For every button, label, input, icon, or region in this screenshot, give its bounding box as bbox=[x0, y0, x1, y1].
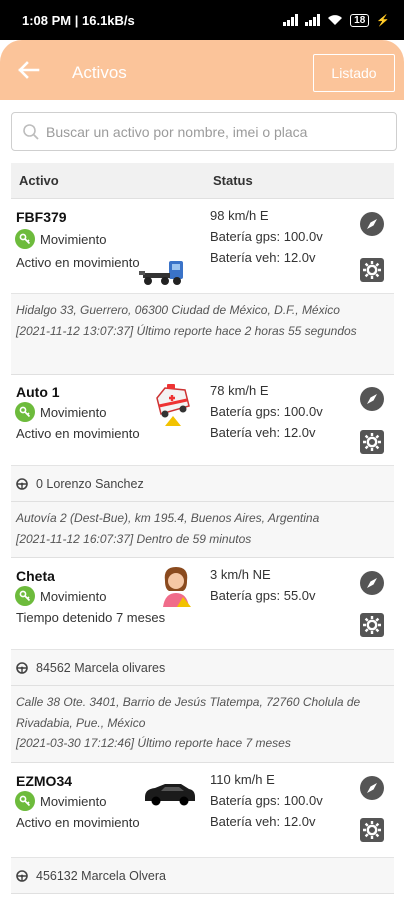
ambulance-icon bbox=[156, 384, 190, 426]
column-activo: Activo bbox=[19, 173, 59, 188]
vehicle-battery: Batería veh: 12.0v bbox=[210, 250, 316, 265]
asset-row[interactable]: FBF379 Movimiento Activo en movimiento 9… bbox=[11, 199, 394, 294]
column-header: Activo Status bbox=[11, 163, 394, 199]
signal-2-icon bbox=[305, 14, 321, 26]
asset-row[interactable]: Auto 1 Movimiento Activo en movimiento 7… bbox=[11, 375, 394, 466]
gps-battery: Batería gps: 100.0v bbox=[210, 404, 323, 419]
listado-button[interactable]: Listado bbox=[313, 54, 395, 92]
asset-status: 110 km/h E Batería gps: 100.0v Batería v… bbox=[210, 769, 323, 832]
key-icon bbox=[15, 229, 35, 249]
search-bar[interactable] bbox=[11, 112, 397, 151]
status-icons: 18 ⚡ bbox=[283, 13, 390, 27]
charging-icon: ⚡ bbox=[376, 14, 390, 27]
asset-name: Auto 1 bbox=[16, 384, 60, 400]
page-title: Activos bbox=[72, 63, 127, 82]
driver-row: 84562 Marcela olivares bbox=[11, 650, 394, 686]
search-icon bbox=[23, 123, 39, 140]
search-input[interactable] bbox=[46, 123, 386, 140]
asset-state: Movimiento bbox=[15, 791, 106, 811]
driver-row: 456132 Marcela Olvera bbox=[11, 858, 394, 894]
key-icon bbox=[15, 586, 35, 606]
asset-state: Movimiento bbox=[15, 586, 106, 606]
key-icon bbox=[15, 791, 35, 811]
asset-row[interactable]: Cheta Movimiento Tiempo detenido 7 meses… bbox=[11, 558, 394, 650]
wifi-icon bbox=[328, 15, 343, 25]
key-icon bbox=[15, 402, 35, 422]
person-icon bbox=[163, 567, 191, 607]
status-time: 1:08 PM | 16.1kB/s bbox=[22, 12, 135, 28]
speed: 98 km/h E bbox=[210, 208, 269, 223]
compass-icon[interactable] bbox=[360, 571, 384, 595]
asset-state: Movimiento bbox=[15, 402, 106, 422]
asset-description: Activo en movimiento bbox=[16, 255, 140, 270]
asset-state-label: Movimiento bbox=[40, 404, 107, 420]
asset-row[interactable]: EZMO34 Movimiento Activo en movimiento 1… bbox=[11, 763, 394, 858]
truck-icon bbox=[139, 261, 183, 285]
address-block: Calle 38 Ote. 3401, Barrio de Jesús Tlat… bbox=[11, 686, 394, 763]
compass-icon[interactable] bbox=[360, 387, 384, 411]
asset-status: 3 km/h NE Batería gps: 55.0v bbox=[210, 564, 316, 606]
signal-icon bbox=[283, 14, 299, 26]
report-text: [2021-03-30 17:12:46] Último reporte hac… bbox=[16, 736, 291, 750]
assets-list: Activo Status FBF379 Movimiento Activo e… bbox=[11, 163, 394, 894]
asset-state-label: Movimiento bbox=[40, 588, 107, 604]
address-text: Autovía 2 (Dest-Bue), km 195.4, Buenos A… bbox=[16, 511, 320, 525]
report-text: [2021-11-12 13:07:37] Último reporte hac… bbox=[16, 323, 357, 338]
asset-name: EZMO34 bbox=[16, 773, 73, 789]
address-text: Hidalgo 33, Guerrero, 06300 Ciudad de Mé… bbox=[16, 303, 340, 317]
settings-icon[interactable] bbox=[360, 613, 384, 637]
speed: 78 km/h E bbox=[210, 383, 269, 398]
settings-icon[interactable] bbox=[360, 818, 384, 842]
asset-description: Activo en movimiento bbox=[16, 426, 140, 441]
compass-icon[interactable] bbox=[360, 212, 384, 236]
driver-name: 84562 Marcela olivares bbox=[36, 660, 166, 675]
car-icon bbox=[145, 784, 195, 806]
steering-wheel-icon bbox=[16, 869, 28, 882]
address-block: Autovía 2 (Dest-Bue), km 195.4, Buenos A… bbox=[11, 502, 394, 558]
asset-status: 98 km/h E Batería gps: 100.0v Batería ve… bbox=[210, 205, 323, 268]
speed: 3 km/h NE bbox=[210, 567, 271, 582]
gps-battery: Batería gps: 100.0v bbox=[210, 793, 323, 808]
driver-name: 456132 Marcela Olvera bbox=[36, 868, 166, 883]
address-block: Hidalgo 33, Guerrero, 06300 Ciudad de Mé… bbox=[11, 294, 394, 375]
gps-battery: Batería gps: 55.0v bbox=[210, 588, 316, 603]
asset-state: Movimiento bbox=[15, 229, 106, 249]
driver-row: 0 Lorenzo Sanchez bbox=[11, 466, 394, 502]
asset-state-label: Movimiento bbox=[40, 231, 107, 247]
vehicle-battery: Batería veh: 12.0v bbox=[210, 425, 316, 440]
settings-icon[interactable] bbox=[360, 430, 384, 454]
app-header: Activos Listado bbox=[0, 40, 404, 100]
status-bar: 1:08 PM | 16.1kB/s 18 ⚡ bbox=[0, 0, 404, 40]
asset-status: 78 km/h E Batería gps: 100.0v Batería ve… bbox=[210, 380, 323, 443]
settings-icon[interactable] bbox=[360, 258, 384, 282]
asset-description: Activo en movimiento bbox=[16, 815, 140, 830]
battery-icon: 18 bbox=[350, 13, 370, 27]
speed: 110 km/h E bbox=[210, 772, 275, 787]
asset-state-label: Movimiento bbox=[40, 793, 107, 809]
report-text: [2021-11-12 16:07:37] Dentro de 59 minut… bbox=[16, 531, 252, 546]
steering-wheel-icon bbox=[16, 477, 28, 490]
gps-battery: Batería gps: 100.0v bbox=[210, 229, 323, 244]
vehicle-battery: Batería veh: 12.0v bbox=[210, 814, 316, 829]
column-status: Status bbox=[213, 173, 253, 188]
asset-name: FBF379 bbox=[16, 209, 67, 225]
driver-name: 0 Lorenzo Sanchez bbox=[36, 476, 144, 491]
steering-wheel-icon bbox=[16, 661, 28, 674]
compass-icon[interactable] bbox=[360, 776, 384, 800]
asset-name: Cheta bbox=[16, 568, 55, 584]
address-text: Calle 38 Ote. 3401, Barrio de Jesús Tlat… bbox=[16, 695, 361, 730]
asset-description: Tiempo detenido 7 meses bbox=[16, 610, 166, 625]
back-arrow-icon[interactable] bbox=[12, 54, 44, 86]
